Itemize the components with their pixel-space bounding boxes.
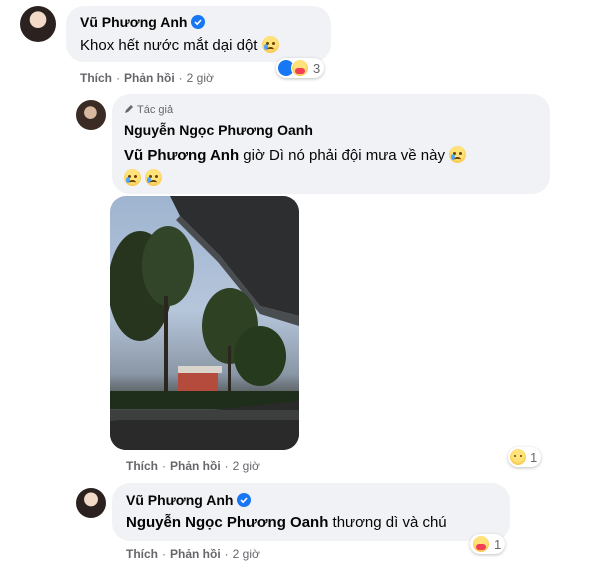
reaction-count: 1	[494, 536, 502, 552]
crying-emoji-icon	[145, 169, 163, 186]
reply-button[interactable]: Phản hồi	[170, 459, 221, 473]
reaction-count: 1	[530, 449, 538, 465]
comment-actions: Thích · Phản hồi · 2 giờ	[126, 547, 260, 561]
photo-attachment[interactable]	[110, 196, 299, 450]
like-button[interactable]: Thích	[126, 547, 158, 561]
timestamp[interactable]: 2 giờ	[233, 459, 260, 473]
care-icon	[291, 59, 309, 77]
mention-link[interactable]: Vũ Phương Anh	[124, 147, 239, 164]
commenter-name[interactable]: Vũ Phương Anh	[126, 492, 233, 508]
comment-bubble: Vũ Phương Anh Khox hết nước mắt dại dột	[66, 6, 331, 62]
reaction-count: 3	[313, 60, 321, 76]
reply-button[interactable]: Phản hồi	[170, 547, 221, 561]
reaction-summary[interactable]: 1	[508, 447, 542, 467]
pencil-icon	[125, 105, 133, 113]
comment-text: giờ Dì nó phải đội mưa về này	[239, 147, 445, 164]
mention-link[interactable]: Nguyễn Ngọc Phương Oanh	[126, 514, 328, 531]
timestamp[interactable]: 2 giờ	[187, 71, 214, 85]
like-button[interactable]: Thích	[126, 459, 158, 473]
timestamp[interactable]: 2 giờ	[233, 547, 260, 561]
crying-emoji-icon	[124, 169, 141, 186]
crying-emoji-icon	[449, 146, 467, 163]
verified-badge-icon	[191, 15, 206, 29]
comment-text: thương dì và chú	[328, 514, 447, 531]
care-icon	[472, 535, 490, 553]
avatar[interactable]	[76, 488, 106, 518]
comment-actions: Thích · Phản hồi · 2 giờ	[126, 459, 260, 473]
comment-bubble: Vũ Phương Anh Nguyễn Ngọc Phương Oanh th…	[112, 483, 510, 541]
rainy-street-photo	[110, 196, 299, 450]
reaction-summary[interactable]: 3	[276, 58, 325, 78]
commenter-name[interactable]: Nguyễn Ngọc Phương Oanh	[124, 122, 313, 138]
sad-icon	[510, 449, 526, 465]
avatar[interactable]	[20, 6, 56, 42]
verified-badge-icon	[237, 493, 252, 507]
commenter-name[interactable]: Vũ Phương Anh	[80, 14, 187, 30]
comment-actions: Thích · Phản hồi · 2 giờ	[80, 71, 214, 85]
comment-text: Khox hết nước mắt dại dột	[80, 37, 258, 54]
reaction-summary[interactable]: 1	[470, 534, 506, 554]
avatar[interactable]	[76, 100, 106, 130]
crying-emoji-icon	[261, 36, 279, 53]
comment-bubble: Tác giả Nguyễn Ngọc Phương Oanh Vũ Phươn…	[112, 94, 550, 194]
author-badge: Tác giả	[137, 104, 174, 116]
reply-button[interactable]: Phản hồi	[124, 71, 175, 85]
like-button[interactable]: Thích	[80, 71, 112, 85]
